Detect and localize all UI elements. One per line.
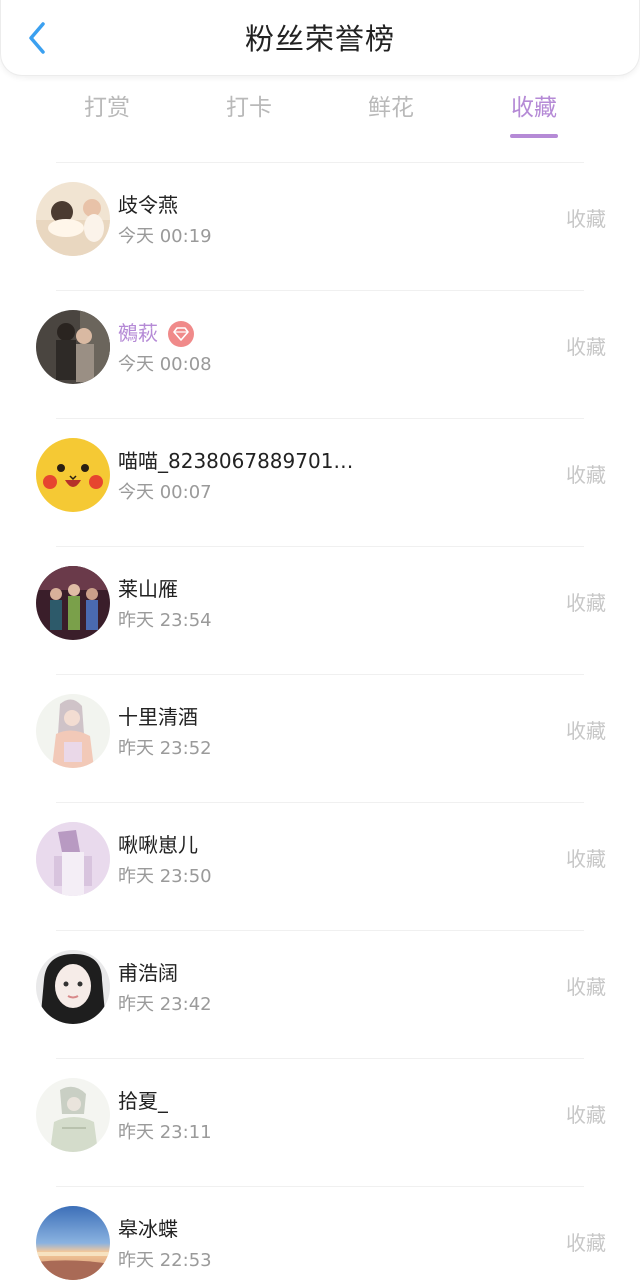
list-item[interactable]: 莱山雁 昨天 23:54 收藏: [0, 547, 640, 674]
tab-flowers[interactable]: 鲜花: [336, 88, 446, 128]
avatar[interactable]: [36, 438, 110, 512]
timestamp: 昨天 23:42: [118, 994, 212, 1015]
username: 莱山雁: [118, 577, 178, 601]
favorite-label: 收藏: [566, 591, 606, 615]
tab-checkin[interactable]: 打卡: [194, 88, 304, 128]
username: 皋冰蝶: [118, 1217, 178, 1241]
username: 拾夏_: [118, 1089, 168, 1113]
username: 喵喵_82380678897012...: [118, 449, 358, 473]
timestamp: 昨天 23:52: [118, 738, 212, 759]
avatar[interactable]: [36, 310, 110, 384]
tab-reward[interactable]: 打赏: [52, 88, 162, 128]
username: 甫浩阔: [118, 961, 178, 985]
list-item[interactable]: 十里清酒 昨天 23:52 收藏: [0, 675, 640, 802]
timestamp: 今天 00:07: [118, 482, 212, 503]
timestamp: 今天 00:08: [118, 354, 212, 375]
avatar[interactable]: [36, 1206, 110, 1280]
tab-bar: 打赏 打卡 鲜花 收藏: [0, 88, 640, 148]
avatar[interactable]: [36, 694, 110, 768]
fan-list: 歧令燕 今天 00:19 收藏 鵺萩 今天 00:08 收藏 喵喵_823806…: [0, 162, 640, 1284]
favorite-label: 收藏: [566, 1103, 606, 1127]
username: 十里清酒: [118, 705, 198, 729]
list-item[interactable]: 喵喵_82380678897012... 今天 00:07 收藏: [0, 419, 640, 546]
list-item[interactable]: 歧令燕 今天 00:19 收藏: [0, 163, 640, 290]
diamond-badge-icon: [168, 321, 194, 347]
avatar[interactable]: [36, 1078, 110, 1152]
username: 鵺萩: [118, 321, 158, 345]
timestamp: 今天 00:19: [118, 226, 212, 247]
favorite-label: 收藏: [566, 463, 606, 487]
username: 啾啾崽儿: [118, 833, 198, 857]
list-item[interactable]: 啾啾崽儿 昨天 23:50 收藏: [0, 803, 640, 930]
favorite-label: 收藏: [566, 1231, 606, 1255]
active-tab-indicator: [510, 134, 558, 138]
username: 歧令燕: [118, 193, 178, 217]
timestamp: 昨天 23:11: [118, 1122, 212, 1143]
page-title: 粉丝荣誉榜: [244, 22, 395, 56]
avatar[interactable]: [36, 566, 110, 640]
avatar[interactable]: [36, 182, 110, 256]
app-root: 粉丝荣誉榜 打赏 打卡 鲜花 收藏 歧令燕 今天 00:19 收藏 鵺萩 今天 …: [0, 0, 640, 1284]
avatar[interactable]: [36, 822, 110, 896]
tab-favorites[interactable]: 收藏: [479, 88, 589, 128]
favorite-label: 收藏: [566, 207, 606, 231]
timestamp: 昨天 23:50: [118, 866, 212, 887]
list-item[interactable]: 甫浩阔 昨天 23:42 收藏: [0, 931, 640, 1058]
list-item[interactable]: 皋冰蝶 昨天 22:53 收藏: [0, 1187, 640, 1284]
header: 粉丝荣誉榜: [0, 0, 640, 76]
list-item[interactable]: 鵺萩 今天 00:08 收藏: [0, 291, 640, 418]
timestamp: 昨天 23:54: [118, 610, 212, 631]
list-item[interactable]: 拾夏_ 昨天 23:11 收藏: [0, 1059, 640, 1186]
favorite-label: 收藏: [566, 847, 606, 871]
favorite-label: 收藏: [566, 719, 606, 743]
favorite-label: 收藏: [566, 975, 606, 999]
favorite-label: 收藏: [566, 335, 606, 359]
avatar[interactable]: [36, 950, 110, 1024]
timestamp: 昨天 22:53: [118, 1250, 212, 1271]
